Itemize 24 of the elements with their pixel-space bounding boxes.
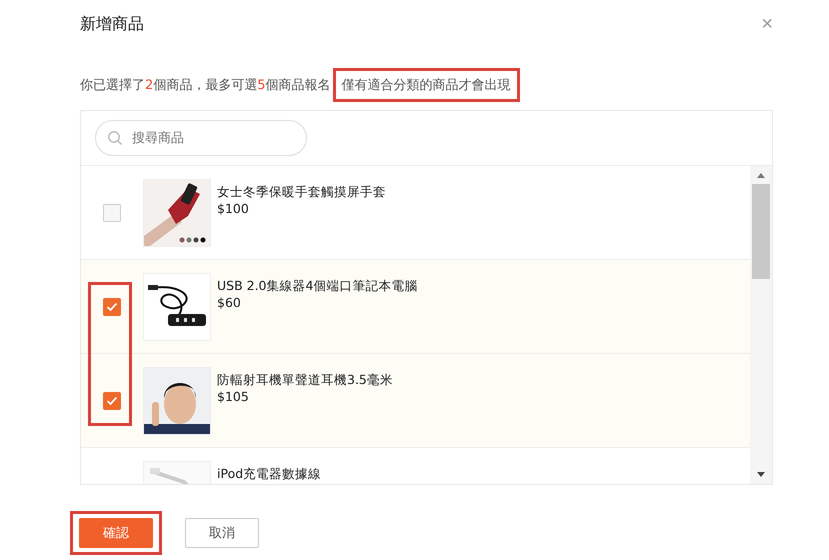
scrollbar-thumb[interactable] — [752, 184, 770, 279]
checkbox[interactable] — [103, 204, 121, 222]
product-name: 女士冬季保暖手套觸摸屏手套 — [217, 184, 386, 201]
check-icon — [106, 302, 118, 312]
dialog-title: 新增商品 — [80, 14, 144, 34]
scrollbar[interactable] — [750, 166, 772, 484]
scroll-down-icon[interactable] — [756, 472, 766, 478]
search-icon — [107, 130, 123, 146]
product-name: USB 2.0集線器4個端口筆記本電腦 — [217, 278, 418, 295]
checkbox[interactable] — [103, 392, 121, 410]
checkbox[interactable] — [103, 298, 121, 316]
product-price: $60 — [217, 295, 242, 310]
scroll-up-icon[interactable] — [756, 172, 766, 178]
check-icon — [106, 396, 118, 406]
product-price: $100 — [217, 201, 250, 216]
category-hint: 僅有適合分類的商品才會出現 — [332, 68, 520, 102]
search-field[interactable]: 搜尋商品 — [95, 120, 307, 156]
cancel-button[interactable]: 取消 — [185, 518, 259, 548]
product-name: iPod充電器數據線 — [217, 466, 322, 483]
confirm-button[interactable]: 確認 — [79, 518, 153, 548]
close-button[interactable]: × — [761, 12, 773, 36]
product-name: 防輻射耳機單聲道耳機3.5毫米 — [217, 372, 393, 389]
product-price: $105 — [217, 389, 250, 404]
selection-notice: 你已選擇了 2個商品，最多可選5個商品報名 — [80, 77, 331, 94]
